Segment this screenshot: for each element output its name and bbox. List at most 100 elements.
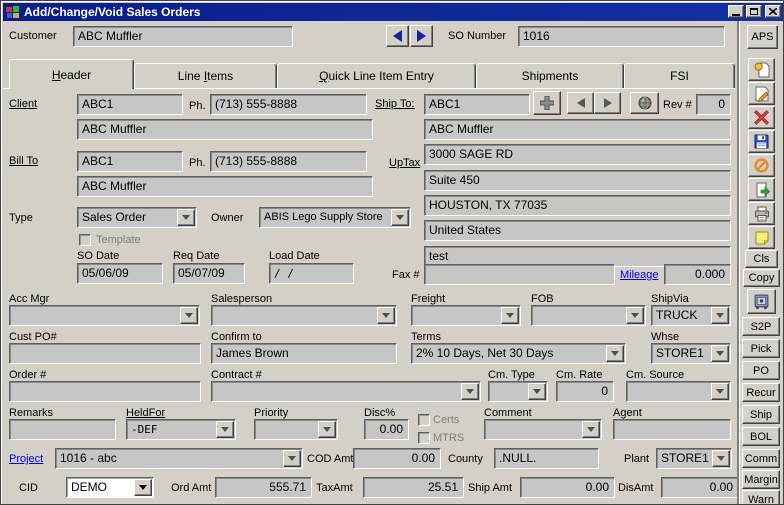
aps-button[interactable]: APS [747,25,778,49]
bill-to-phone-field[interactable]: (713) 555-8888 [210,151,367,172]
copy-button[interactable]: Copy [743,269,780,287]
chevron-down-icon[interactable] [711,345,729,362]
next-ship-to-button[interactable] [594,92,621,114]
plant-dropdown[interactable]: STORE1 [656,448,732,469]
vault-button[interactable] [747,289,776,314]
cust-po-field[interactable] [9,343,201,364]
ship-to-address1-field[interactable]: 3000 SAGE RD [424,144,731,165]
exit-button[interactable] [748,178,775,201]
acc-mgr-dropdown[interactable] [9,305,200,326]
chevron-down-icon[interactable] [712,450,730,467]
client-label[interactable]: Client [9,98,37,110]
confirm-to-field[interactable]: James Brown [211,343,397,364]
bol-button[interactable]: BOL [742,427,780,446]
cod-amt-field[interactable]: 0.00 [353,448,441,469]
mtrs-checkbox[interactable] [418,432,430,444]
pick-button[interactable]: Pick [742,339,780,358]
held-for-label[interactable]: HeldFor [126,407,165,419]
minimize-button[interactable] [728,5,744,18]
bill-to-label[interactable]: Bill To [9,155,38,167]
notes-button[interactable] [748,226,775,249]
chevron-down-icon[interactable] [377,307,395,324]
chevron-down-icon[interactable] [283,450,301,467]
chevron-down-icon[interactable] [606,345,624,362]
tab-fsi[interactable]: FSI [624,63,735,88]
tab-quick-line-item-entry[interactable]: Quick Line Item Entry [277,63,476,88]
type-dropdown[interactable]: Sales Order [77,207,197,228]
tab-header[interactable]: Header [9,59,134,89]
po-button[interactable]: PO [742,361,780,380]
chevron-down-icon[interactable] [528,383,546,400]
bill-to-code-field[interactable]: ABC1 [77,151,183,172]
print-button[interactable] [748,202,775,225]
comm-button[interactable]: Comm [742,449,780,468]
delete-order-button[interactable] [748,106,775,129]
edit-order-button[interactable] [748,82,775,105]
ship-button[interactable]: Ship [742,405,780,424]
add-ship-to-button[interactable] [533,91,561,115]
bill-to-name-field[interactable]: ABC Muffler [77,176,373,197]
client-phone-field[interactable]: (713) 555-8888 [210,94,367,115]
chevron-down-icon[interactable] [711,383,729,400]
chevron-down-icon[interactable] [318,421,336,438]
certs-checkbox[interactable] [418,414,430,426]
contract-number-dropdown[interactable] [211,381,481,402]
margin-button[interactable]: Margin [742,470,780,489]
template-checkbox[interactable] [79,234,91,246]
ship-to-city-field[interactable]: HOUSTON, TX 77035 [424,195,731,216]
whse-dropdown[interactable]: STORE1 [651,343,731,364]
disc-pct-field[interactable]: 0.00 [364,419,409,440]
maximize-button[interactable] [746,5,762,18]
freight-dropdown[interactable] [411,305,521,326]
warn-button[interactable]: Warn [742,490,780,505]
fax-field[interactable] [424,264,615,285]
tab-shipments[interactable]: Shipments [476,63,624,88]
terms-dropdown[interactable]: 2% 10 Days, Net 30 Days [411,343,626,364]
cls-button[interactable]: Cls [745,250,778,268]
s2p-button[interactable]: S2P [742,317,780,336]
cancel-button[interactable] [748,154,775,177]
client-name-field[interactable]: ABC Muffler [77,119,373,140]
ship-to-country-field[interactable]: United States [424,220,731,241]
ship-to-address2-field[interactable]: Suite 450 [424,170,731,191]
comment-dropdown[interactable] [484,419,602,440]
cid-combobox[interactable]: DEMO [66,477,154,498]
salesperson-dropdown[interactable] [211,305,397,326]
tab-line-items[interactable]: Line Items [134,63,277,88]
customer-field[interactable]: ABC Muffler [73,26,293,47]
county-field[interactable]: .NULL. [494,448,599,469]
mileage-link[interactable]: Mileage [620,269,659,281]
chevron-down-icon[interactable] [177,209,195,226]
load-date-field[interactable]: / / [269,263,354,284]
map-button[interactable] [630,92,659,114]
chevron-down-icon[interactable] [711,307,729,324]
cm-source-dropdown[interactable] [626,381,731,402]
req-date-field[interactable]: 05/07/09 [173,263,245,284]
cm-rate-field[interactable]: 0 [556,381,614,402]
chevron-down-icon[interactable] [501,307,519,324]
cm-type-dropdown[interactable] [488,381,548,402]
chevron-down-icon[interactable] [582,421,600,438]
owner-dropdown[interactable]: ABIS Lego Supply Store [259,207,411,228]
ship-via-dropdown[interactable]: TRUCK [651,305,731,326]
save-order-button[interactable] [748,130,775,153]
project-dropdown[interactable]: 1016 - abc [55,448,303,469]
mileage-field[interactable]: 0.000 [664,264,731,285]
recur-button[interactable]: Recur [742,383,780,402]
uptax-label[interactable]: UpTax [389,157,420,169]
held-for-dropdown[interactable]: -DEF [126,419,236,440]
close-button[interactable] [765,5,781,18]
chevron-down-icon[interactable] [626,307,644,324]
chevron-down-icon[interactable] [180,307,198,324]
prev-order-button[interactable] [386,25,409,47]
ship-to-name-field[interactable]: ABC Muffler [424,119,731,140]
prev-ship-to-button[interactable] [567,92,594,114]
next-order-button[interactable] [410,25,433,47]
fob-dropdown[interactable] [531,305,646,326]
ship-to-label[interactable]: Ship To: [375,98,415,110]
project-link[interactable]: Project [9,453,43,465]
chevron-down-icon[interactable] [391,209,409,226]
remarks-field[interactable] [9,419,116,440]
ship-to-code-field[interactable]: ABC1 [424,94,530,115]
so-date-field[interactable]: 05/06/09 [77,263,163,284]
